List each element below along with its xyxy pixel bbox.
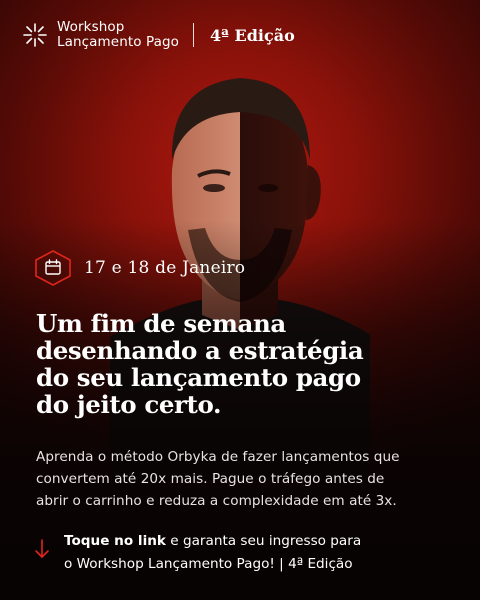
arrow-down-icon [35, 539, 49, 558]
description-line-3: abrir o carrinho e reduza a complexidade… [36, 493, 397, 509]
description-line-2: convertem até 20x mais. Pague o tráfego … [36, 471, 385, 487]
brand-name: Workshop Lançamento Pago [57, 20, 179, 50]
description: Aprenda o método Orbyka de fazer lançame… [36, 446, 456, 512]
header: Workshop Lançamento Pago 4ª Edição [22, 20, 295, 50]
headline: Um fim de semana desenhando a estratégia… [36, 310, 456, 418]
starburst-icon [23, 23, 47, 47]
header-divider [193, 23, 195, 47]
cta-line-2: o Workshop Lançamento Pago! | 4ª Edição [64, 556, 353, 572]
edition-label: 4ª Edição [210, 25, 295, 45]
headline-line-3: do seu lançamento pago [36, 363, 361, 392]
cta-text: Toque no link e garanta seu ingresso par… [64, 530, 361, 576]
promo-card: Workshop Lançamento Pago 4ª Edição 17 e … [0, 0, 480, 600]
cta-link-label[interactable]: Toque no link [64, 533, 166, 549]
headline-line-1: Um fim de semana [36, 309, 286, 338]
cta-line-1-rest: e garanta seu ingresso para [165, 533, 362, 549]
calendar-icon [35, 250, 71, 286]
event-date: 17 e 18 de Janeiro [34, 250, 245, 286]
headline-line-2: desenhando a estratégia [36, 336, 364, 365]
date-text: 17 e 18 de Janeiro [84, 258, 246, 278]
description-line-1: Aprenda o método Orbyka de fazer lançame… [36, 449, 400, 465]
call-to-action[interactable]: Toque no link e garanta seu ingresso par… [34, 530, 361, 576]
brand-line-2: Lançamento Pago [57, 34, 180, 50]
headline-line-4: do jeito certo. [36, 390, 222, 419]
brand-line-1: Workshop [57, 19, 125, 35]
